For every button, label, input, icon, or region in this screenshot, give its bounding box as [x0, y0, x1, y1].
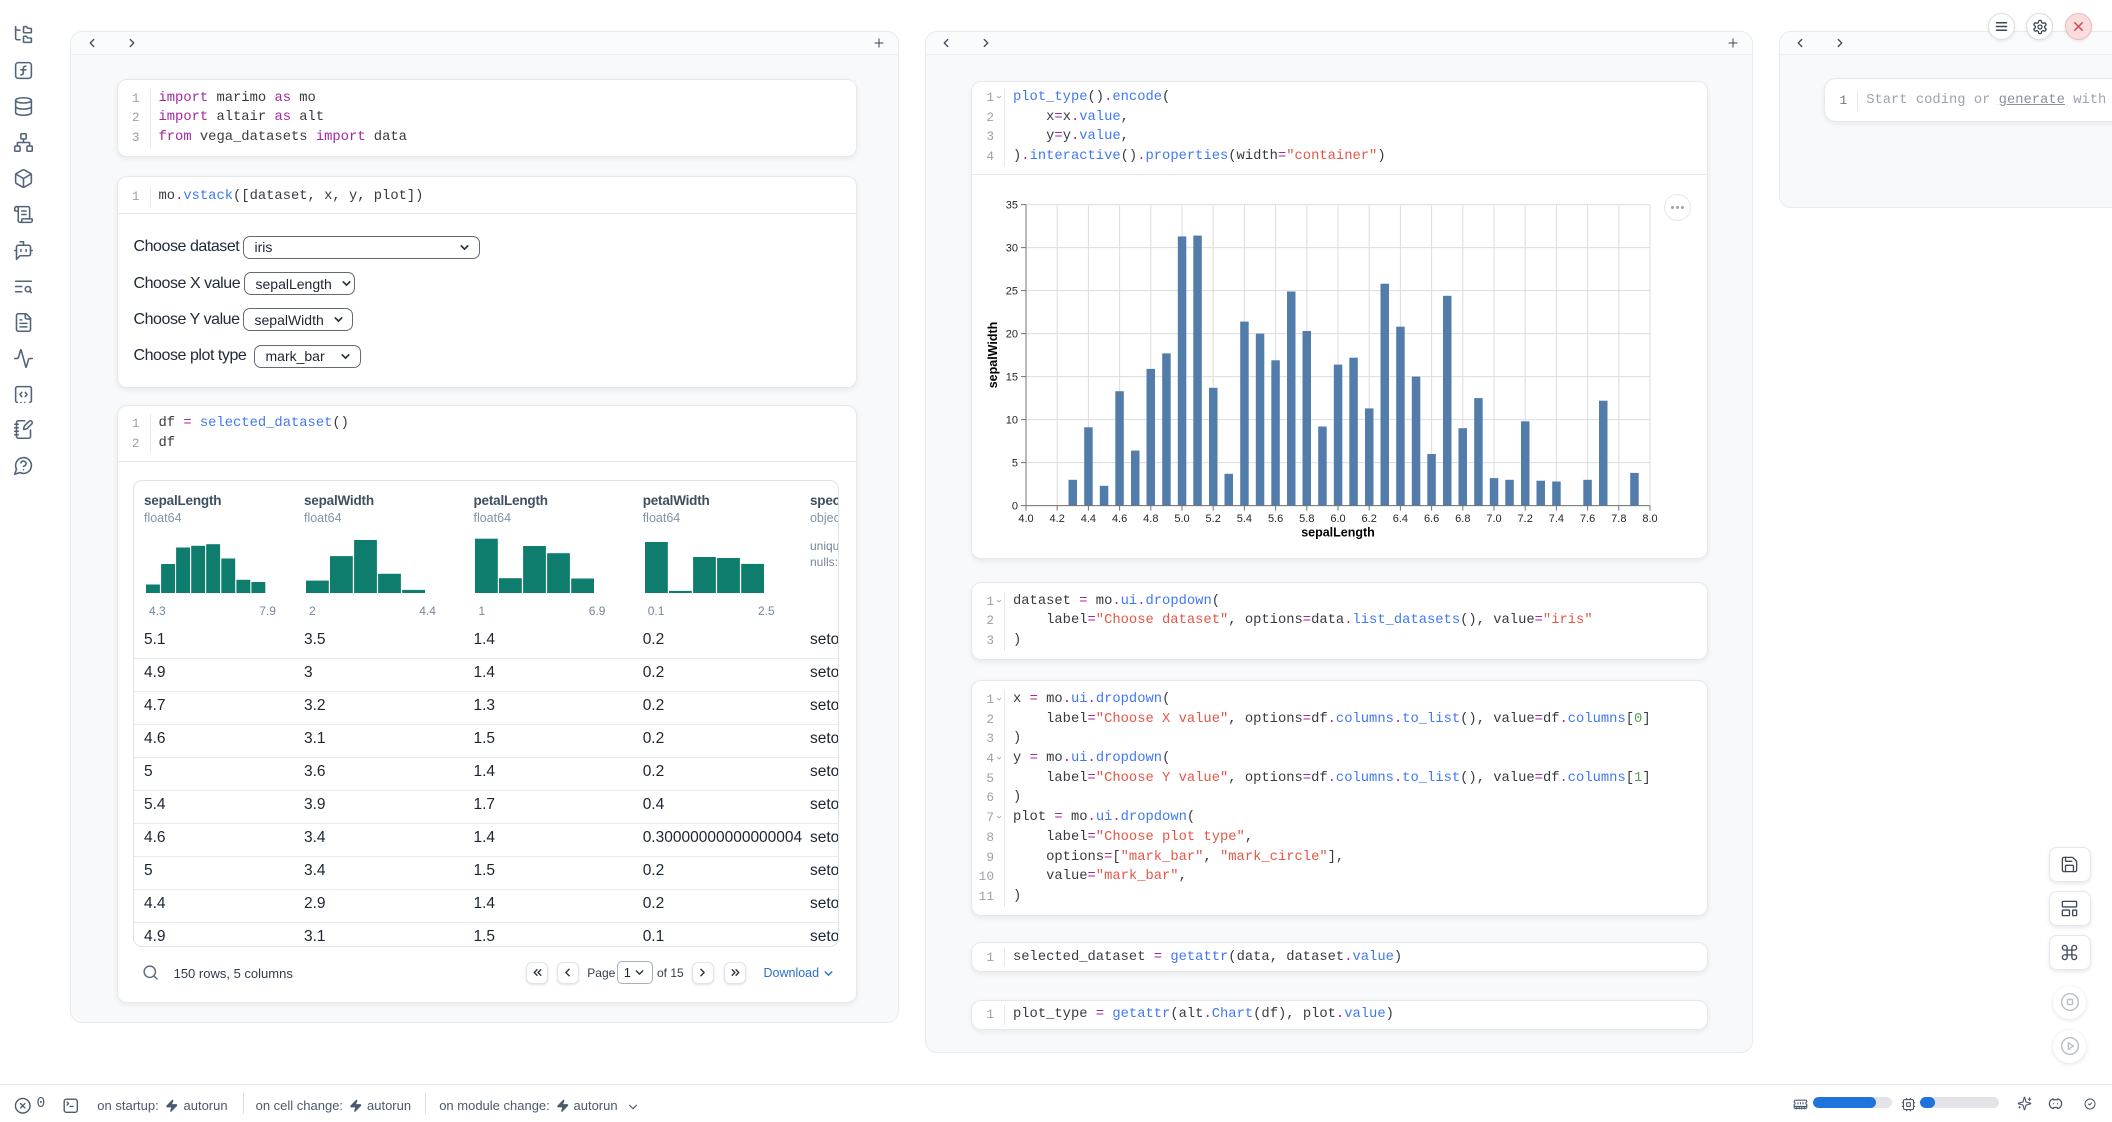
svg-text:5.8: 5.8 — [1299, 513, 1314, 525]
svg-text:0: 0 — [1012, 500, 1018, 512]
svg-text:25: 25 — [1006, 285, 1018, 297]
svg-text:6.0: 6.0 — [1330, 513, 1345, 525]
svg-text:sepalLength: sepalLength — [1301, 525, 1375, 539]
svg-text:30: 30 — [1006, 242, 1018, 254]
svg-text:8.0: 8.0 — [1642, 513, 1657, 525]
svg-text:7.0: 7.0 — [1486, 513, 1501, 525]
svg-text:7.8: 7.8 — [1611, 513, 1626, 525]
svg-text:20: 20 — [1006, 328, 1018, 340]
svg-text:6.2: 6.2 — [1362, 513, 1377, 525]
svg-text:4.0: 4.0 — [1018, 513, 1033, 525]
svg-text:10: 10 — [1006, 414, 1018, 426]
svg-text:7.4: 7.4 — [1549, 513, 1564, 525]
svg-text:6.4: 6.4 — [1393, 513, 1408, 525]
svg-text:5.0: 5.0 — [1174, 513, 1189, 525]
svg-text:5.6: 5.6 — [1268, 513, 1283, 525]
svg-text:4.8: 4.8 — [1143, 513, 1158, 525]
svg-text:4.6: 4.6 — [1112, 513, 1127, 525]
svg-text:6.8: 6.8 — [1455, 513, 1470, 525]
svg-text:6.6: 6.6 — [1424, 513, 1439, 525]
svg-text:5.2: 5.2 — [1206, 513, 1221, 525]
svg-text:4.2: 4.2 — [1050, 513, 1065, 525]
svg-text:15: 15 — [1006, 371, 1018, 383]
svg-text:35: 35 — [1006, 199, 1018, 211]
svg-text:5: 5 — [1012, 457, 1018, 469]
svg-text:7.2: 7.2 — [1518, 513, 1533, 525]
svg-text:4.4: 4.4 — [1081, 513, 1096, 525]
svg-text:sepalWidth: sepalWidth — [986, 321, 1000, 388]
svg-text:7.6: 7.6 — [1580, 513, 1595, 525]
svg-text:5.4: 5.4 — [1237, 513, 1252, 525]
